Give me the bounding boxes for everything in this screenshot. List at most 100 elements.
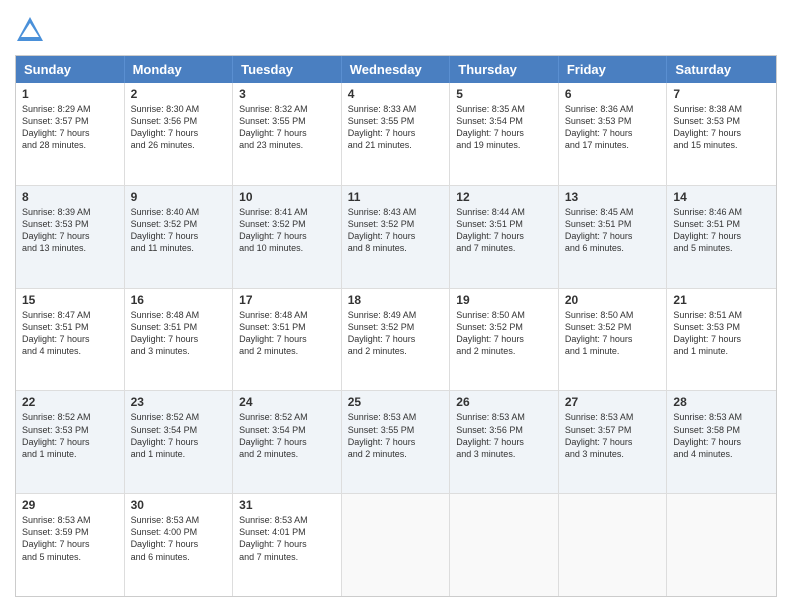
day-number: 23 [131, 395, 227, 409]
day-number: 24 [239, 395, 335, 409]
day-number: 29 [22, 498, 118, 512]
header-day-friday: Friday [559, 56, 668, 83]
cal-cell: 29 Sunrise: 8:53 AM Sunset: 3:59 PM Dayli… [16, 494, 125, 596]
cal-cell: 23 Sunrise: 8:52 AM Sunset: 3:54 PM Dayli… [125, 391, 234, 493]
cal-cell: 22 Sunrise: 8:52 AM Sunset: 3:53 PM Dayli… [16, 391, 125, 493]
calendar-body: 1Sunrise: 8:29 AM Sunset: 3:57 PM Daylig… [16, 83, 776, 596]
cal-cell: 12 Sunrise: 8:44 AM Sunset: 3:51 PM Dayli… [450, 186, 559, 288]
cell-info: Sunrise: 8:53 AM Sunset: 3:58 PM Dayligh… [673, 411, 770, 460]
calendar-row-4: 29 Sunrise: 8:53 AM Sunset: 3:59 PM Dayli… [16, 493, 776, 596]
cell-info: Sunrise: 8:39 AM Sunset: 3:53 PM Dayligh… [22, 206, 118, 255]
cal-cell: 7 Sunrise: 8:38 AM Sunset: 3:53 PM Daylig… [667, 83, 776, 185]
cell-info: Sunrise: 8:44 AM Sunset: 3:51 PM Dayligh… [456, 206, 552, 255]
day-number: 19 [456, 293, 552, 307]
cell-info: Sunrise: 8:38 AM Sunset: 3:53 PM Dayligh… [673, 103, 770, 152]
day-number: 16 [131, 293, 227, 307]
cell-info: Sunrise: 8:43 AM Sunset: 3:52 PM Dayligh… [348, 206, 444, 255]
logo-icon [15, 15, 45, 45]
cal-cell [342, 494, 451, 596]
cell-info: Sunrise: 8:51 AM Sunset: 3:53 PM Dayligh… [673, 309, 770, 358]
cal-cell: 19 Sunrise: 8:50 AM Sunset: 3:52 PM Dayli… [450, 289, 559, 391]
cal-cell: 15 Sunrise: 8:47 AM Sunset: 3:51 PM Dayli… [16, 289, 125, 391]
cal-cell: 18Sunrise: 8:49 AM Sunset: 3:52 PM Dayli… [342, 289, 451, 391]
cell-info: Sunrise: 8:50 AM Sunset: 3:52 PM Dayligh… [565, 309, 661, 358]
cell-info: Sunrise: 8:48 AM Sunset: 3:51 PM Dayligh… [131, 309, 227, 358]
calendar-row-1: 8 Sunrise: 8:39 AM Sunset: 3:53 PM Daylig… [16, 185, 776, 288]
cal-cell [450, 494, 559, 596]
cell-info: Sunrise: 8:47 AM Sunset: 3:51 PM Dayligh… [22, 309, 118, 358]
day-number: 2 [131, 87, 227, 101]
cell-info: Sunrise: 8:35 AM Sunset: 3:54 PM Dayligh… [456, 103, 552, 152]
cal-cell: 20 Sunrise: 8:50 AM Sunset: 3:52 PM Dayli… [559, 289, 668, 391]
cell-info: Sunrise: 8:52 AM Sunset: 3:54 PM Dayligh… [239, 411, 335, 460]
day-number: 17 [239, 293, 335, 307]
cal-cell: 10 Sunrise: 8:41 AM Sunset: 3:52 PM Dayli… [233, 186, 342, 288]
day-number: 28 [673, 395, 770, 409]
day-number: 3 [239, 87, 335, 101]
cell-info: Sunrise: 8:48 AM Sunset: 3:51 PM Dayligh… [239, 309, 335, 358]
calendar-row-0: 1Sunrise: 8:29 AM Sunset: 3:57 PM Daylig… [16, 83, 776, 185]
cal-cell: 1Sunrise: 8:29 AM Sunset: 3:57 PM Daylig… [16, 83, 125, 185]
cell-info: Sunrise: 8:53 AM Sunset: 3:59 PM Dayligh… [22, 514, 118, 563]
cal-cell: 24 Sunrise: 8:52 AM Sunset: 3:54 PM Dayli… [233, 391, 342, 493]
header-day-monday: Monday [125, 56, 234, 83]
cal-cell: 14 Sunrise: 8:46 AM Sunset: 3:51 PM Dayli… [667, 186, 776, 288]
calendar-row-3: 22 Sunrise: 8:52 AM Sunset: 3:53 PM Dayli… [16, 390, 776, 493]
cal-cell: 16 Sunrise: 8:48 AM Sunset: 3:51 PM Dayli… [125, 289, 234, 391]
cal-cell: 3 Sunrise: 8:32 AM Sunset: 3:55 PM Daylig… [233, 83, 342, 185]
day-number: 21 [673, 293, 770, 307]
cal-cell: 9 Sunrise: 8:40 AM Sunset: 3:52 PM Daylig… [125, 186, 234, 288]
cell-info: Sunrise: 8:46 AM Sunset: 3:51 PM Dayligh… [673, 206, 770, 255]
cal-cell: 27Sunrise: 8:53 AM Sunset: 3:57 PM Dayli… [559, 391, 668, 493]
calendar-header: SundayMondayTuesdayWednesdayThursdayFrid… [16, 56, 776, 83]
cal-cell [559, 494, 668, 596]
day-number: 15 [22, 293, 118, 307]
header-day-tuesday: Tuesday [233, 56, 342, 83]
cell-info: Sunrise: 8:52 AM Sunset: 3:54 PM Dayligh… [131, 411, 227, 460]
cal-cell: 13 Sunrise: 8:45 AM Sunset: 3:51 PM Dayli… [559, 186, 668, 288]
cell-info: Sunrise: 8:41 AM Sunset: 3:52 PM Dayligh… [239, 206, 335, 255]
calendar: SundayMondayTuesdayWednesdayThursdayFrid… [15, 55, 777, 597]
cal-cell: 21 Sunrise: 8:51 AM Sunset: 3:53 PM Dayli… [667, 289, 776, 391]
day-number: 4 [348, 87, 444, 101]
cal-cell: 8 Sunrise: 8:39 AM Sunset: 3:53 PM Daylig… [16, 186, 125, 288]
calendar-row-2: 15 Sunrise: 8:47 AM Sunset: 3:51 PM Dayli… [16, 288, 776, 391]
day-number: 8 [22, 190, 118, 204]
cell-info: Sunrise: 8:40 AM Sunset: 3:52 PM Dayligh… [131, 206, 227, 255]
day-number: 9 [131, 190, 227, 204]
cell-info: Sunrise: 8:53 AM Sunset: 4:01 PM Dayligh… [239, 514, 335, 563]
cell-info: Sunrise: 8:50 AM Sunset: 3:52 PM Dayligh… [456, 309, 552, 358]
cell-info: Sunrise: 8:45 AM Sunset: 3:51 PM Dayligh… [565, 206, 661, 255]
day-number: 5 [456, 87, 552, 101]
cell-info: Sunrise: 8:53 AM Sunset: 3:57 PM Dayligh… [565, 411, 661, 460]
day-number: 14 [673, 190, 770, 204]
day-number: 30 [131, 498, 227, 512]
day-number: 10 [239, 190, 335, 204]
day-number: 13 [565, 190, 661, 204]
cal-cell: 30Sunrise: 8:53 AM Sunset: 4:00 PM Dayli… [125, 494, 234, 596]
cell-info: Sunrise: 8:30 AM Sunset: 3:56 PM Dayligh… [131, 103, 227, 152]
header-day-wednesday: Wednesday [342, 56, 451, 83]
cell-info: Sunrise: 8:53 AM Sunset: 3:56 PM Dayligh… [456, 411, 552, 460]
day-number: 25 [348, 395, 444, 409]
cal-cell: 5 Sunrise: 8:35 AM Sunset: 3:54 PM Daylig… [450, 83, 559, 185]
day-number: 1 [22, 87, 118, 101]
cal-cell: 26Sunrise: 8:53 AM Sunset: 3:56 PM Dayli… [450, 391, 559, 493]
day-number: 7 [673, 87, 770, 101]
cell-info: Sunrise: 8:53 AM Sunset: 3:55 PM Dayligh… [348, 411, 444, 460]
header-day-saturday: Saturday [667, 56, 776, 83]
day-number: 6 [565, 87, 661, 101]
cal-cell: 6 Sunrise: 8:36 AM Sunset: 3:53 PM Daylig… [559, 83, 668, 185]
cell-info: Sunrise: 8:52 AM Sunset: 3:53 PM Dayligh… [22, 411, 118, 460]
cal-cell: 17 Sunrise: 8:48 AM Sunset: 3:51 PM Dayli… [233, 289, 342, 391]
page: SundayMondayTuesdayWednesdayThursdayFrid… [0, 0, 792, 612]
logo [15, 15, 49, 45]
day-number: 22 [22, 395, 118, 409]
day-number: 20 [565, 293, 661, 307]
day-number: 18 [348, 293, 444, 307]
header-day-sunday: Sunday [16, 56, 125, 83]
cell-info: Sunrise: 8:32 AM Sunset: 3:55 PM Dayligh… [239, 103, 335, 152]
cell-info: Sunrise: 8:36 AM Sunset: 3:53 PM Dayligh… [565, 103, 661, 152]
day-number: 12 [456, 190, 552, 204]
cal-cell: 31Sunrise: 8:53 AM Sunset: 4:01 PM Dayli… [233, 494, 342, 596]
